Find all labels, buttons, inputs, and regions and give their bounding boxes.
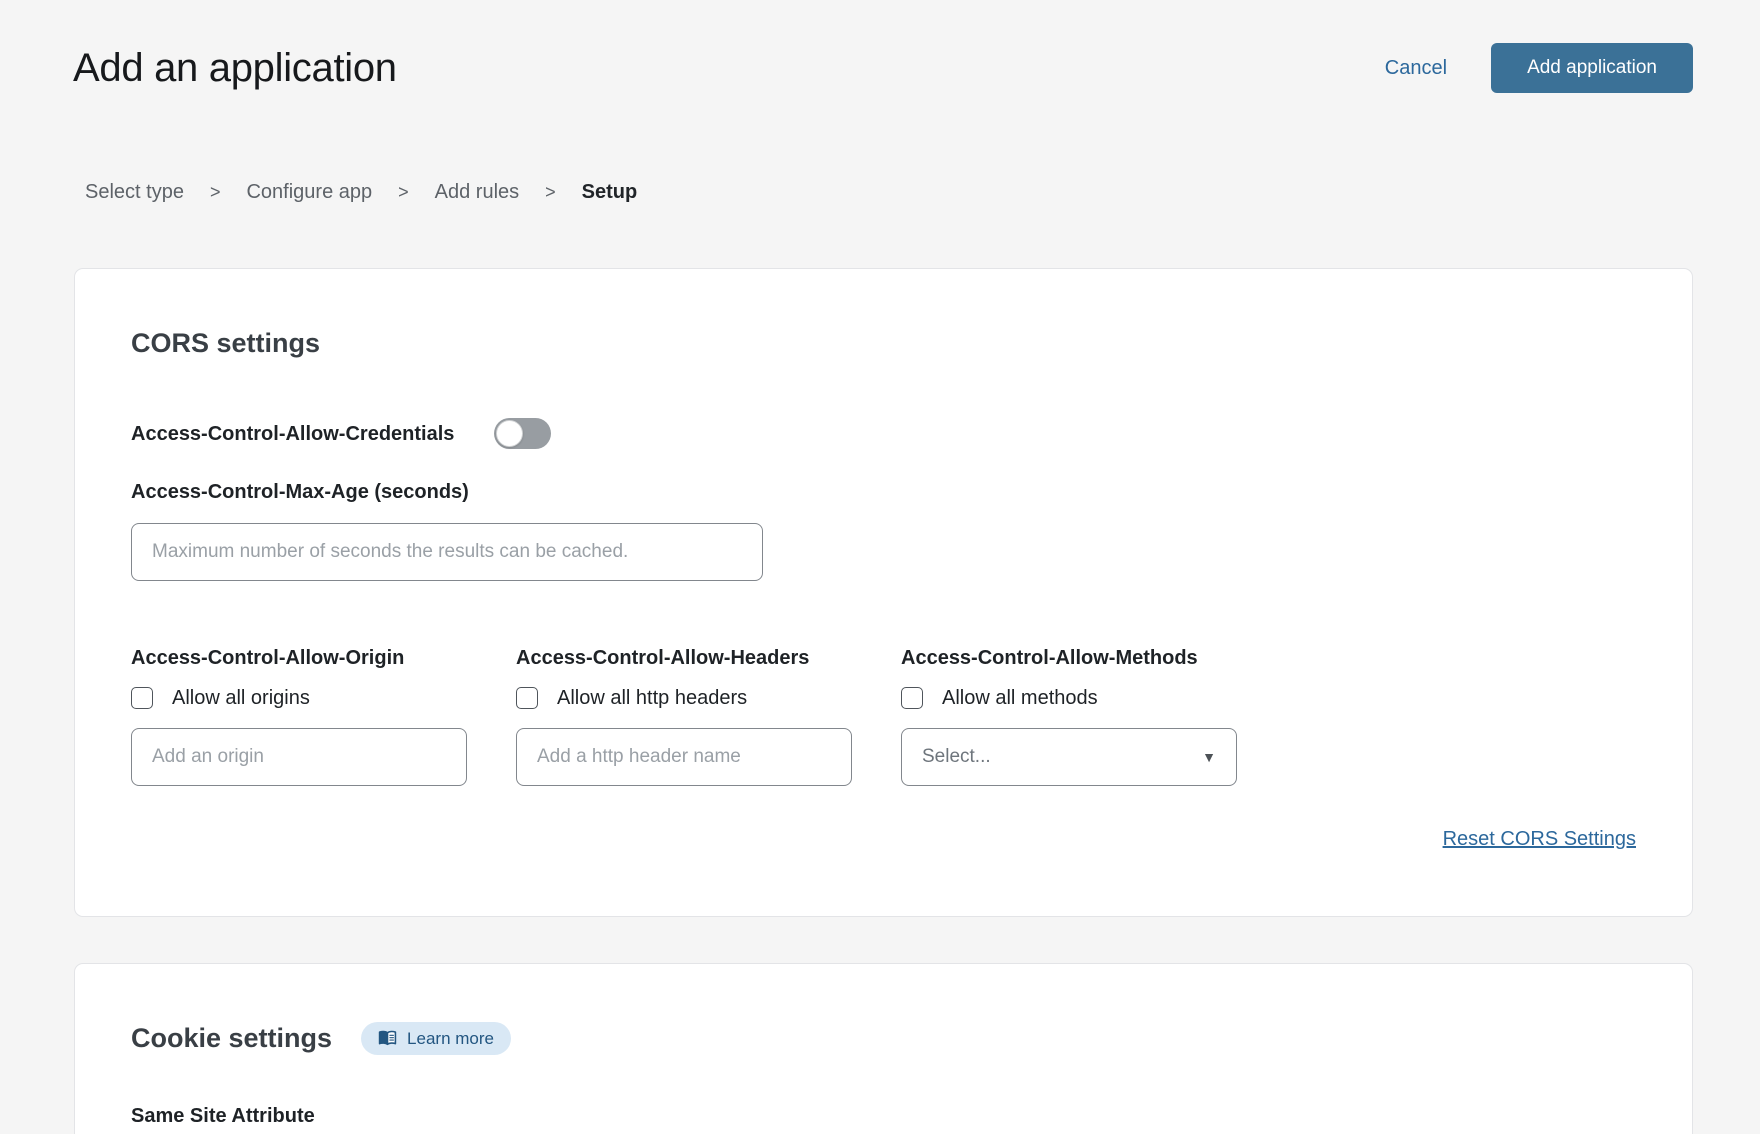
allow-all-origins-checkbox[interactable] bbox=[131, 687, 153, 709]
breadcrumb-step-setup-current: Setup bbox=[582, 178, 638, 206]
allow-credentials-row: Access-Control-Allow-Credentials bbox=[131, 418, 1636, 449]
allow-all-headers-checkbox[interactable] bbox=[516, 687, 538, 709]
cors-columns: Access-Control-Allow-Origin Allow all or… bbox=[131, 645, 1636, 786]
add-application-page: Add an application Cancel Add applicatio… bbox=[0, 0, 1760, 1134]
breadcrumb-step-configure-app[interactable]: Configure app bbox=[246, 178, 372, 206]
chevron-down-icon: ▼ bbox=[1202, 750, 1216, 764]
breadcrumb-step-add-rules[interactable]: Add rules bbox=[435, 178, 520, 206]
cancel-button[interactable]: Cancel bbox=[1385, 57, 1447, 80]
allow-all-headers-checkbox-label: Allow all http headers bbox=[557, 687, 747, 710]
allow-origin-column: Access-Control-Allow-Origin Allow all or… bbox=[131, 645, 467, 786]
breadcrumb-separator-icon: > bbox=[398, 178, 409, 206]
allow-all-origins-row: Allow all origins bbox=[131, 686, 467, 710]
book-icon bbox=[378, 1030, 397, 1047]
reset-cors-settings-link[interactable]: Reset CORS Settings bbox=[1443, 828, 1636, 850]
allow-all-methods-row: Allow all methods bbox=[901, 686, 1237, 710]
breadcrumb-step-select-type[interactable]: Select type bbox=[85, 178, 184, 206]
max-age-label: Access-Control-Max-Age (seconds) bbox=[131, 481, 1636, 503]
toggle-knob bbox=[496, 420, 523, 447]
cors-settings-heading: CORS settings bbox=[131, 326, 1636, 361]
reset-row: Reset CORS Settings bbox=[131, 828, 1636, 852]
allow-credentials-label: Access-Control-Allow-Credentials bbox=[131, 423, 454, 445]
methods-select-value: Select... bbox=[922, 746, 991, 768]
cors-settings-card: CORS settings Access-Control-Allow-Crede… bbox=[74, 268, 1693, 917]
allow-headers-column: Access-Control-Allow-Headers Allow all h… bbox=[516, 645, 852, 786]
allow-all-methods-checkbox-label: Allow all methods bbox=[942, 687, 1098, 710]
cookie-settings-card: Cookie settings Learn more Same Site Att… bbox=[74, 963, 1693, 1134]
add-header-name-input[interactable] bbox=[516, 728, 852, 786]
allow-credentials-toggle[interactable] bbox=[494, 418, 551, 449]
learn-more-label: Learn more bbox=[407, 1029, 494, 1048]
add-application-button[interactable]: Add application bbox=[1491, 43, 1693, 93]
cookie-settings-heading: Cookie settings bbox=[131, 1021, 332, 1056]
learn-more-badge[interactable]: Learn more bbox=[361, 1022, 511, 1055]
same-site-attribute-label: Same Site Attribute bbox=[131, 1104, 1636, 1128]
breadcrumb-separator-icon: > bbox=[210, 178, 221, 206]
allow-all-origins-checkbox-label: Allow all origins bbox=[172, 687, 310, 710]
allow-origin-label: Access-Control-Allow-Origin bbox=[131, 645, 467, 671]
allow-all-methods-checkbox[interactable] bbox=[901, 687, 923, 709]
max-age-input[interactable] bbox=[131, 523, 763, 581]
allow-methods-label: Access-Control-Allow-Methods bbox=[901, 645, 1237, 671]
methods-select[interactable]: Select... ▼ bbox=[901, 728, 1237, 786]
page-header: Add an application Cancel Add applicatio… bbox=[0, 0, 1760, 93]
allow-methods-column: Access-Control-Allow-Methods Allow all m… bbox=[901, 645, 1237, 786]
cookie-heading-row: Cookie settings Learn more bbox=[131, 1021, 1636, 1056]
breadcrumb: Select type > Configure app > Add rules … bbox=[85, 178, 1760, 206]
add-origin-input[interactable] bbox=[131, 728, 467, 786]
page-title: Add an application bbox=[73, 43, 397, 93]
allow-all-headers-row: Allow all http headers bbox=[516, 686, 852, 710]
breadcrumb-separator-icon: > bbox=[545, 178, 556, 206]
header-actions: Cancel Add application bbox=[1385, 43, 1693, 93]
allow-headers-label: Access-Control-Allow-Headers bbox=[516, 645, 852, 671]
